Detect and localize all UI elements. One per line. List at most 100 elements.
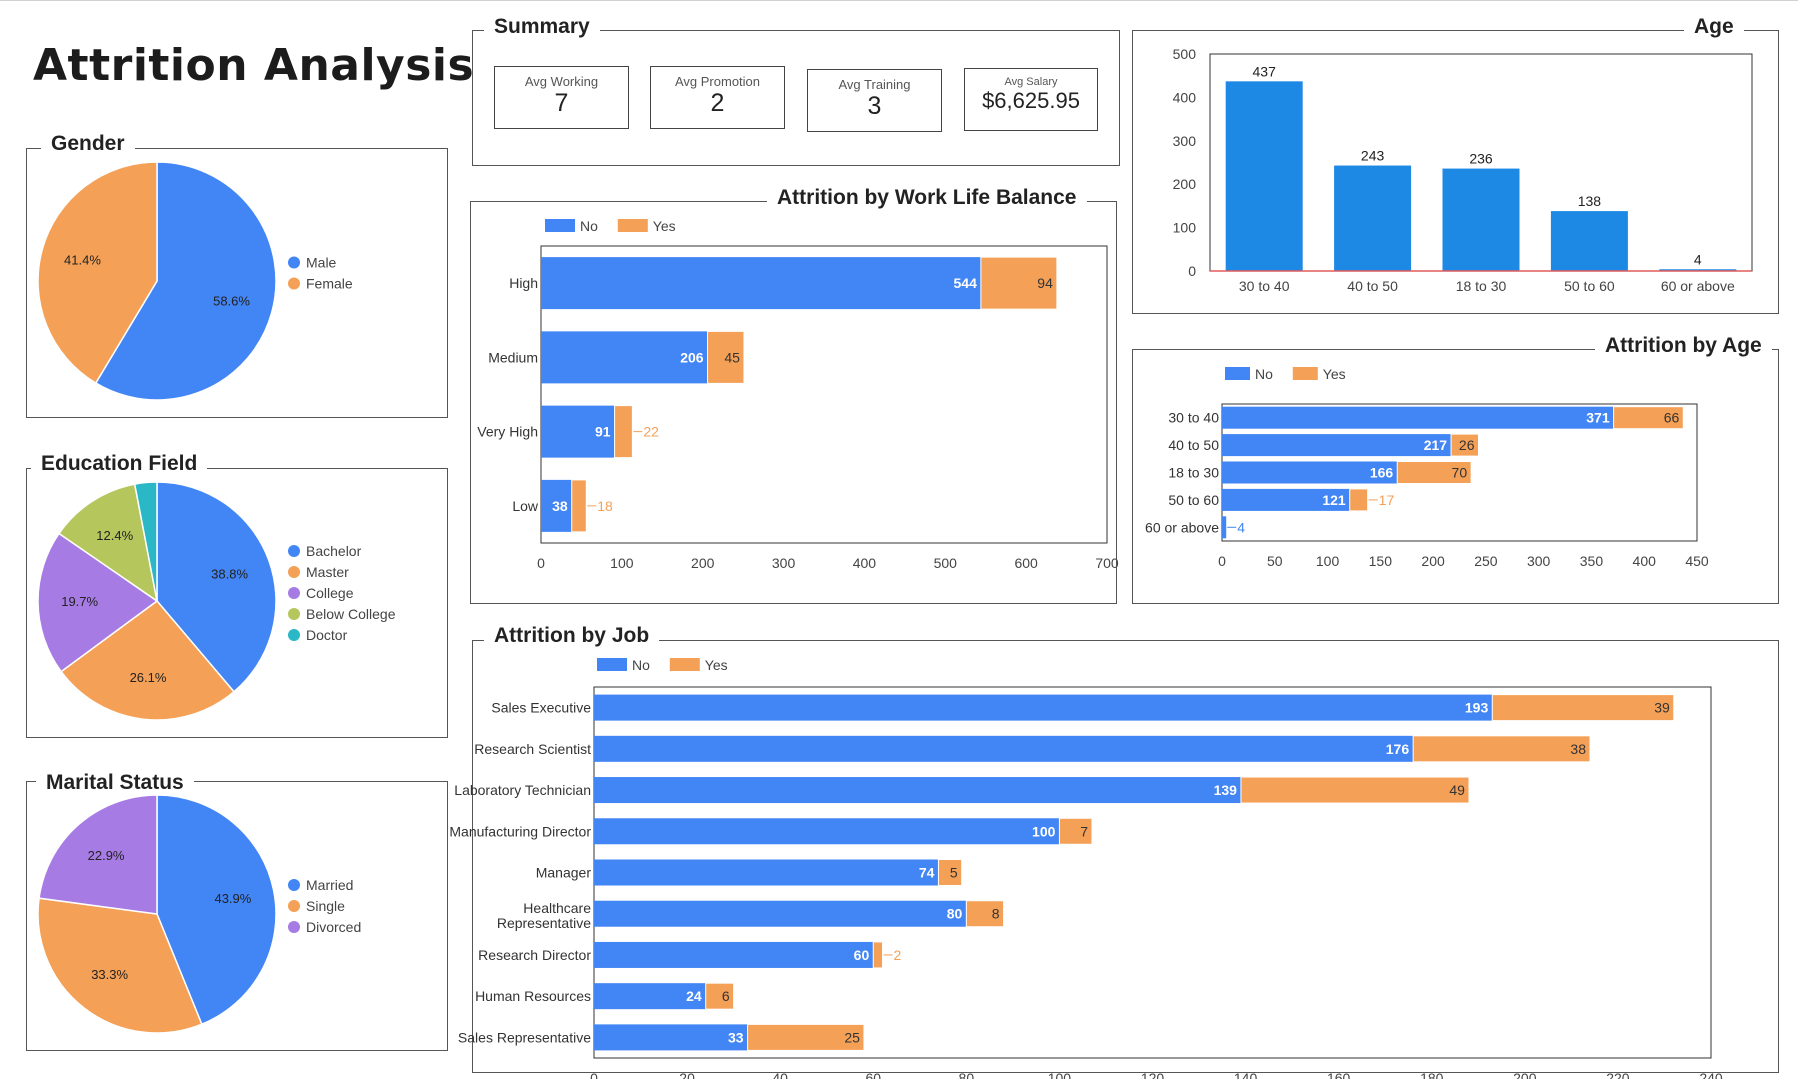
bar-segment [1222, 406, 1614, 429]
bar-value-label: 80 [947, 906, 963, 922]
legend-marker [288, 629, 300, 641]
x-tick-label: 300 [772, 555, 796, 571]
kpi-label: Avg Promotion [674, 74, 761, 89]
bar-value-label: 33 [728, 1029, 744, 1045]
y-tick-label: 400 [1173, 89, 1197, 105]
x-tick-label: 500 [934, 555, 958, 571]
legend-label: Yes [1323, 366, 1346, 382]
bar-segment [594, 859, 939, 886]
legend-label: Yes [705, 657, 728, 673]
x-tick-label: 200 [691, 555, 715, 571]
legend-marker [288, 879, 300, 891]
bar-segment [1491, 694, 1675, 722]
legend-marker [597, 658, 627, 671]
bar-value-label: 60 [854, 947, 870, 963]
kpi-avg-promotion: Avg Promotion 2 [650, 66, 785, 129]
x-tick-label: 18 to 30 [1456, 278, 1507, 294]
bar-segment [594, 941, 874, 968]
kpi-label: Avg Working [524, 74, 599, 89]
bar-value-label: 94 [1037, 275, 1053, 291]
job-bar-chart: No Yes 0 20 40 60 80 100 120 140 160 180 200 220 240 Sa… [449, 657, 1723, 1079]
page-title: Attrition Analysis [33, 40, 475, 91]
marital-pie-chart: 43.9% 33.3% 22.9% Married Single Divorced [37, 794, 361, 1034]
bar-segment [614, 405, 633, 459]
bar-value-label: 217 [1424, 437, 1448, 453]
pie-slice-label: 26.1% [130, 670, 167, 685]
bar-segment [594, 1024, 748, 1051]
pie-slice-label: 33.3% [91, 967, 128, 982]
x-tick-label: 700 [1095, 555, 1119, 571]
bar-value-label: 45 [724, 349, 740, 365]
x-tick-label: 400 [853, 555, 877, 571]
bar-value-label: 243 [1361, 148, 1385, 164]
x-tick-label: 40 [772, 1070, 788, 1079]
bar-segment [571, 479, 587, 533]
legend-label: Yes [653, 218, 676, 234]
category-label: Research Director [478, 947, 591, 963]
x-tick-label: 30 to 40 [1239, 278, 1290, 294]
bar-value-label: 38 [1570, 741, 1586, 757]
bar-value-label: 193 [1465, 700, 1489, 716]
category-label: Sales Representative [458, 1029, 591, 1045]
pie-slice-label: 38.8% [211, 566, 248, 581]
legend-marker [288, 608, 300, 620]
bar-value-label: 8 [992, 906, 1000, 922]
gender-pie-chart: 58.6% 41.4% Male Female [37, 161, 353, 401]
legend-label: No [632, 657, 650, 673]
bar-value-label: 139 [1214, 782, 1238, 798]
legend-label: Single [306, 898, 345, 914]
kpi-value: 2 [710, 89, 725, 117]
pie-slice-label: 58.6% [213, 294, 250, 309]
bar-value-label: 544 [954, 275, 978, 291]
bar-value-label: 206 [680, 349, 704, 365]
legend-marker [617, 219, 648, 232]
bar-value-label: 25 [844, 1029, 860, 1045]
bar-segment [594, 694, 1493, 721]
y-tick-label: 500 [1173, 46, 1197, 62]
bar-segment [1222, 434, 1452, 457]
x-tick-label: 50 [1267, 553, 1283, 569]
kpi-label: Avg Salary [1004, 76, 1058, 88]
kpi-value: $6,625.95 [982, 88, 1080, 113]
category-label: Very High [477, 424, 538, 440]
bar-value-label: 18 [597, 498, 613, 514]
pie-slice-label: 43.9% [214, 891, 251, 906]
bar-value-label: 66 [1664, 410, 1680, 426]
pie-slice-label: 22.9% [88, 848, 125, 863]
x-tick-label: 0 [1218, 553, 1226, 569]
x-tick-label: 40 to 50 [1347, 278, 1398, 294]
category-label: Medium [488, 349, 538, 365]
y-tick-label: 300 [1173, 133, 1197, 149]
legend-label: College [306, 585, 354, 601]
kpi-avg-training: Avg Training 3 [807, 69, 942, 132]
bar-value-label: 17 [1379, 492, 1395, 508]
bar [1225, 81, 1303, 271]
x-tick-label: 250 [1474, 553, 1498, 569]
x-tick-label: 200 [1513, 1070, 1537, 1079]
legend-marker [669, 658, 700, 671]
legend-label: Below College [306, 606, 396, 622]
kpi-value: 7 [554, 89, 569, 117]
bar-segment [594, 900, 967, 927]
legend-label: Married [306, 877, 353, 893]
bar-value-label: 121 [1322, 492, 1346, 508]
category-label: 30 to 40 [1168, 410, 1219, 426]
legend-marker [1292, 367, 1318, 380]
bar-value-label: 2 [894, 947, 902, 963]
x-tick-label: 0 [590, 1070, 598, 1079]
x-tick-label: 100 [1048, 1070, 1072, 1079]
bar-segment [594, 818, 1060, 845]
x-tick-label: 100 [1316, 553, 1340, 569]
bar-value-label: 39 [1654, 700, 1670, 716]
x-tick-label: 450 [1685, 553, 1709, 569]
summary-title: Summary [484, 15, 600, 39]
bar-value-label: 371 [1586, 410, 1610, 426]
education-pie-chart: 38.8% 26.1% 19.7% 12.4% Bachelor Master Colleg… [37, 481, 396, 721]
bar-value-label: 6 [722, 988, 730, 1004]
x-tick-label: 400 [1633, 553, 1657, 569]
x-tick-label: 150 [1369, 553, 1393, 569]
category-label: 50 to 60 [1168, 492, 1219, 508]
legend-label: No [1255, 366, 1273, 382]
age-bar-chart: 0 100 200 300 400 500 437 30 to 40 243 40 to 50 23… [1173, 46, 1753, 294]
legend-marker [288, 921, 300, 933]
